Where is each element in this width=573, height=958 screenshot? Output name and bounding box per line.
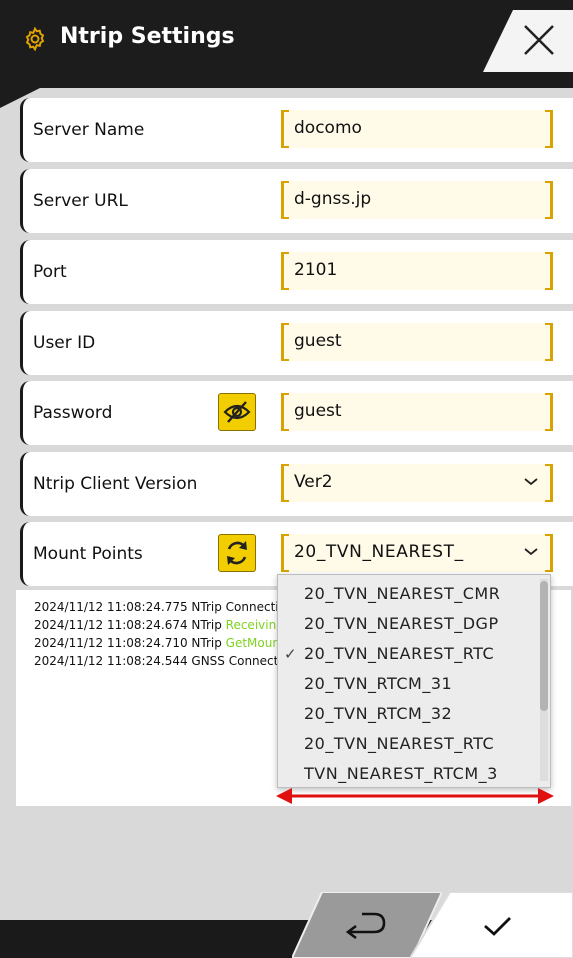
dropdown-option-selected[interactable]: ✓ 20_TVN_NEAREST_RTC (278, 639, 536, 669)
confirm-button[interactable] (410, 892, 573, 958)
ntrip-version-row: Ntrip Client Version Ver2 (20, 452, 573, 516)
server-url-value: d-gnss.jp (294, 189, 372, 209)
user-id-field[interactable]: guest (281, 323, 553, 361)
gear-icon (25, 26, 45, 52)
server-name-label: Server Name (33, 120, 145, 140)
server-name-row: Server Name docomo (20, 98, 573, 162)
dropdown-scroll-thumb[interactable] (540, 581, 548, 711)
ntrip-version-label: Ntrip Client Version (33, 474, 198, 494)
log-entry: 2024/11/12 11:08:24.674 NTrip Receiving (34, 618, 284, 632)
mount-points-label: Mount Points (33, 544, 143, 564)
user-id-label: User ID (33, 333, 96, 353)
ntrip-version-value: Ver2 (294, 472, 333, 492)
password-row: Password guest (20, 381, 573, 445)
header-bar: Ntrip Settings (0, 0, 573, 88)
port-field[interactable]: 2101 (281, 252, 553, 290)
check-icon: ✓ (284, 645, 297, 663)
user-id-value: guest (294, 331, 342, 351)
server-url-label: Server URL (33, 191, 128, 211)
mount-points-select[interactable]: 20_TVN_NEAREST_ (281, 534, 553, 572)
dropdown-option[interactable]: 20_TVN_RTCM_31 (278, 669, 536, 699)
server-url-field[interactable]: d-gnss.jp (281, 181, 553, 219)
refresh-mount-points-button[interactable] (218, 534, 256, 572)
dropdown-option[interactable]: 20_TVN_NEAREST_DGP (278, 609, 536, 639)
refresh-icon (227, 541, 247, 565)
mount-points-dropdown[interactable]: 20_TVN_NEAREST_CMR 20_TVN_NEAREST_DGP ✓ 2… (277, 574, 551, 788)
password-field[interactable]: guest (281, 393, 553, 431)
server-name-field[interactable]: docomo (281, 110, 553, 148)
log-entry: 2024/11/12 11:08:24.544 GNSS Connecti (34, 654, 282, 668)
eye-off-icon (223, 401, 251, 423)
log-entry: 2024/11/12 11:08:24.710 NTrip GetMoun (34, 636, 280, 650)
port-row: Port 2101 (20, 240, 573, 304)
dropdown-option[interactable]: 20_TVN_NEAREST_CMR (278, 579, 536, 609)
toggle-password-visibility-button[interactable] (218, 393, 256, 431)
port-label: Port (33, 262, 67, 282)
user-id-row: User ID guest (20, 311, 573, 375)
ntrip-version-select[interactable]: Ver2 (281, 464, 553, 502)
chevron-down-icon (524, 548, 538, 556)
password-label: Password (33, 403, 113, 423)
log-entry: 2024/11/12 11:08:24.775 NTrip Connecti (34, 600, 279, 614)
close-button[interactable] (483, 10, 573, 72)
width-arrow-icon (276, 788, 554, 804)
dropdown-option[interactable]: 20_TVN_RTCM_32 (278, 699, 536, 729)
page-title: Ntrip Settings (60, 24, 235, 49)
server-url-row: Server URL d-gnss.jp (20, 169, 573, 233)
password-value: guest (294, 401, 342, 421)
dropdown-option[interactable]: 20_TVN_NEAREST_RTC (278, 729, 536, 759)
chevron-down-icon (524, 478, 538, 486)
port-value: 2101 (294, 260, 338, 280)
server-name-value: docomo (294, 118, 362, 138)
dropdown-option[interactable]: TVN_NEAREST_RTCM_3 (278, 759, 536, 787)
mount-points-value: 20_TVN_NEAREST_ (294, 542, 464, 562)
